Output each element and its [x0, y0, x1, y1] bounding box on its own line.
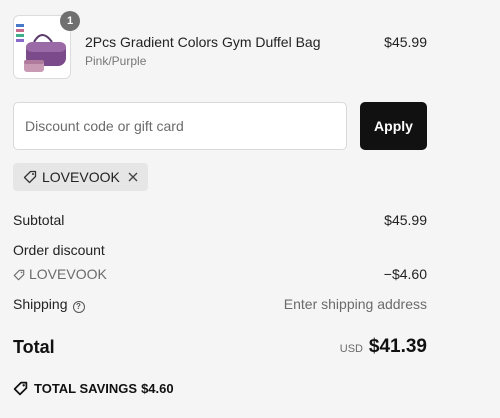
- order-discount-value: −$4.60: [383, 266, 427, 282]
- subtotal-label: Subtotal: [13, 212, 65, 228]
- shipping-row: Shipping?: [13, 296, 85, 313]
- product-thumbnail: 1: [13, 11, 80, 79]
- total-savings-label: TOTAL SAVINGS: [34, 381, 138, 396]
- close-icon[interactable]: [127, 171, 139, 183]
- total-savings-value: $4.60: [141, 381, 174, 396]
- total-amount: $41.39: [368, 336, 427, 357]
- product-variant: Pink/Purple: [85, 54, 147, 68]
- shipping-label: Shipping: [13, 296, 68, 312]
- product-price: $45.99: [384, 34, 427, 50]
- applied-discount-chip: LOVEVOOK: [13, 163, 148, 191]
- applied-discount-code: LOVEVOOK: [42, 169, 120, 185]
- total-currency: USD: [339, 343, 363, 355]
- product-name: 2Pcs Gradient Colors Gym Duffel Bag: [85, 34, 321, 50]
- order-discount-code-text: LOVEVOOK: [29, 266, 107, 282]
- tag-icon: [13, 381, 28, 396]
- apply-button[interactable]: Apply: [360, 102, 427, 150]
- total-label: Total: [13, 337, 55, 357]
- order-discount-code: LOVEVOOK: [13, 266, 107, 282]
- subtotal-value: $45.99: [384, 212, 427, 228]
- total-savings: TOTAL SAVINGS $4.60: [13, 381, 174, 396]
- tag-icon: [13, 269, 25, 281]
- order-discount-label: Order discount: [13, 242, 105, 258]
- discount-code-input[interactable]: [13, 102, 347, 150]
- shipping-value: Enter shipping address: [283, 296, 427, 312]
- help-icon[interactable]: ?: [72, 301, 85, 313]
- quantity-badge: 1: [60, 11, 80, 31]
- cart-line-item: 1 2Pcs Gradient Colors Gym Duffel Bag Pi…: [13, 11, 427, 79]
- tag-icon: [23, 170, 37, 184]
